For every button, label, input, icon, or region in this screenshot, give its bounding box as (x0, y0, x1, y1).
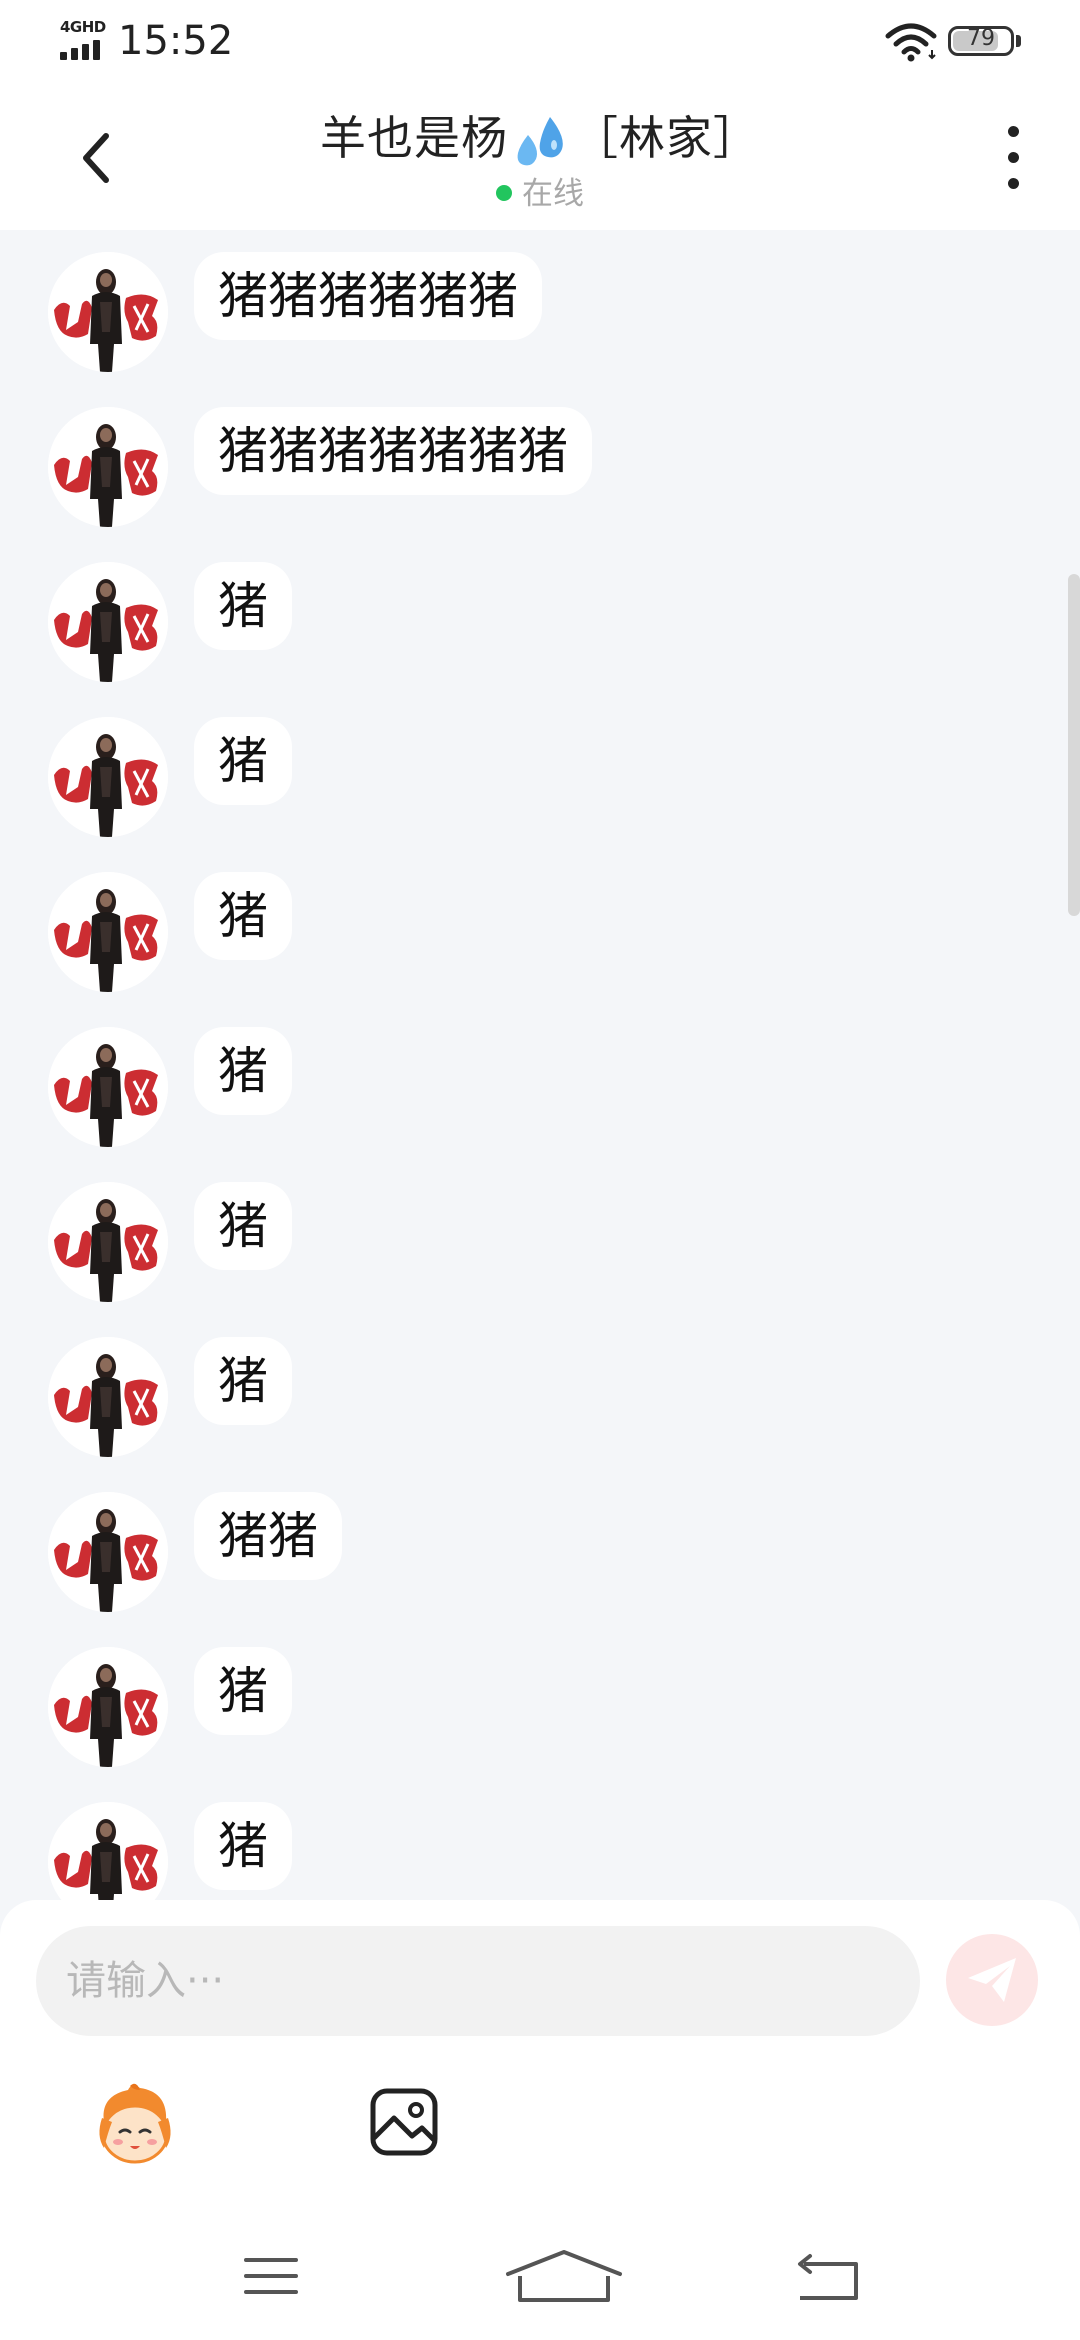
contact-tag: ［林家］ (572, 111, 760, 165)
avatar[interactable] (48, 1182, 168, 1302)
message-list[interactable]: 猪猪猪猪猪猪 猪猪猪猪猪猪猪 猪 猪 猪 猪 猪 猪 猪猪 猪 猪 (0, 230, 1080, 1900)
avatar[interactable] (48, 1802, 168, 1900)
message-bubble[interactable]: 猪猪猪猪猪猪 (194, 252, 542, 340)
avatar[interactable] (48, 1337, 168, 1457)
avatar[interactable] (48, 872, 168, 992)
message-bubble[interactable]: 猪 (194, 1647, 292, 1735)
avatar[interactable] (48, 562, 168, 682)
message-bubble[interactable]: 猪 (194, 1802, 292, 1890)
battery-tip (1016, 35, 1021, 47)
sweat-droplets-icon (517, 116, 563, 165)
home-icon[interactable] (504, 2246, 624, 2306)
system-nav-bar (0, 2210, 1080, 2340)
signal-icon (60, 36, 108, 60)
image-icon[interactable] (368, 2086, 440, 2158)
status-bar: 4GHD 15:52 79 (0, 0, 1080, 84)
menu-icon[interactable] (244, 2256, 298, 2296)
chat-header: 羊也是杨 ［林家］ 在线 (0, 84, 1080, 230)
contact-name: 羊也是杨 (320, 111, 508, 165)
avatar[interactable] (48, 1492, 168, 1612)
wifi-icon (885, 23, 937, 62)
battery-icon: 79 (948, 26, 1014, 56)
network-type: 4GHD (60, 18, 106, 36)
status-time: 15:52 (118, 18, 234, 64)
avatar[interactable] (48, 1027, 168, 1147)
battery-level: 79 (967, 26, 995, 51)
presence-status: 在线 (0, 168, 1080, 213)
scrollbar[interactable] (1068, 574, 1080, 916)
avatar[interactable] (48, 1647, 168, 1767)
message-bubble[interactable]: 猪猪猪猪猪猪猪 (194, 407, 592, 495)
avatar[interactable] (48, 252, 168, 372)
presence-text: 在线 (522, 176, 584, 212)
avatar[interactable] (48, 407, 168, 527)
chat-title: 羊也是杨 ［林家］ (0, 102, 1080, 169)
message-bubble[interactable]: 猪 (194, 1337, 292, 1425)
avatar[interactable] (48, 717, 168, 837)
back-icon[interactable] (794, 2252, 860, 2302)
message-bubble[interactable]: 猪 (194, 1182, 292, 1270)
send-button[interactable] (946, 1934, 1038, 2026)
message-bubble[interactable]: 猪 (194, 562, 292, 650)
emoji-sticker-icon[interactable] (90, 2082, 180, 2172)
more-vertical-icon[interactable] (1000, 124, 1028, 194)
message-bubble[interactable]: 猪 (194, 872, 292, 960)
online-dot-icon (496, 184, 512, 201)
message-bubble[interactable]: 猪 (194, 1027, 292, 1115)
message-input[interactable] (36, 1926, 920, 2036)
paper-plane-icon (968, 1958, 1016, 2002)
message-bubble[interactable]: 猪 (194, 717, 292, 805)
message-bubble[interactable]: 猪猪 (194, 1492, 342, 1580)
